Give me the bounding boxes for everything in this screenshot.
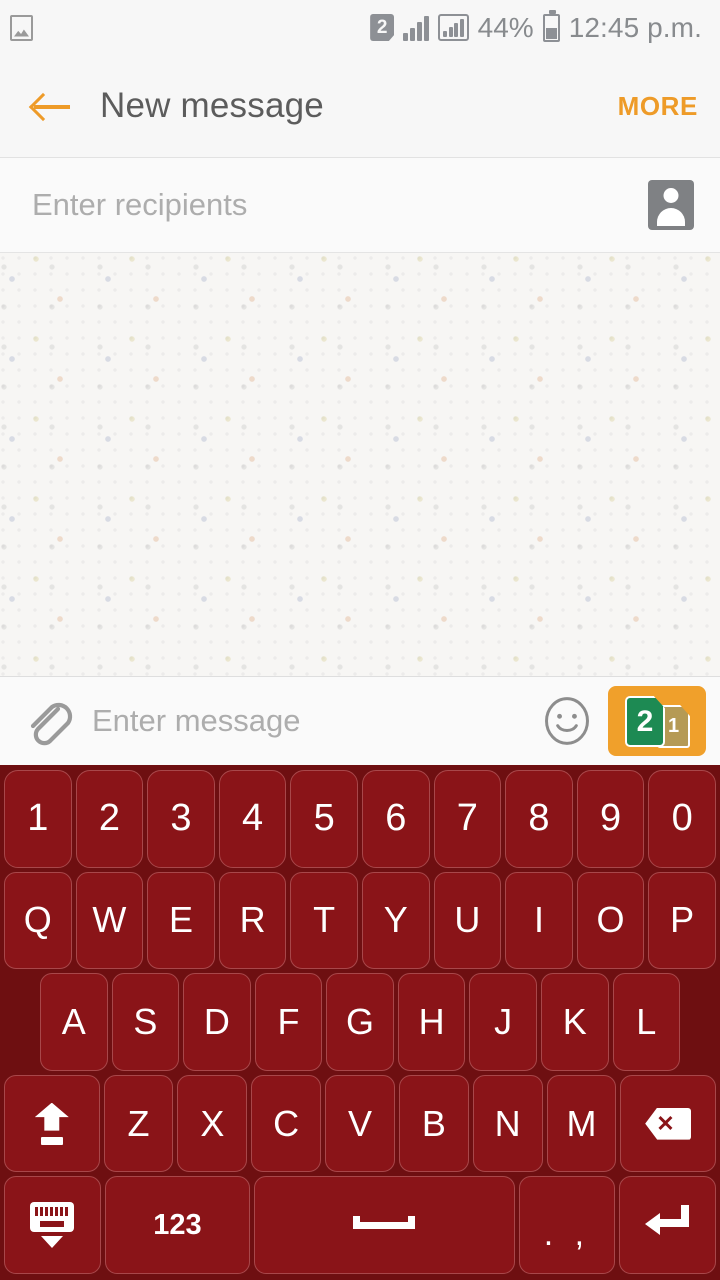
sim2-card-icon: 2 [625,696,665,747]
key-q[interactable]: Q [4,871,72,970]
key-enter[interactable] [619,1176,716,1274]
key-p[interactable]: P [648,871,716,970]
page-title: New message [100,86,324,125]
key-w[interactable]: W [75,871,144,970]
key-h[interactable]: H [397,973,466,1071]
status-bar-right: 2 44% 12:45 p.m. [370,9,702,44]
key-b[interactable]: B [398,1074,469,1173]
space-icon [353,1215,416,1229]
key-a[interactable]: A [40,973,108,1071]
keyboard-bottom-row: 123 . , [2,1174,718,1276]
signal-bars-boxed-icon [438,14,469,41]
key-x[interactable]: X [177,1074,248,1173]
signal-bars-icon [403,15,430,41]
back-button[interactable] [24,78,80,134]
key-period-comma[interactable]: . , [518,1176,616,1274]
on-screen-keyboard: 1 2 3 4 5 6 7 8 9 0 Q W E R T Y U I O P … [0,765,720,1280]
key-1[interactable]: 1 [4,770,72,868]
key-0[interactable]: 0 [648,770,716,868]
key-f[interactable]: F [254,973,323,1071]
status-bar-left [10,14,33,41]
key-i[interactable]: I [505,871,573,970]
keyboard-asdf-row: A S D F G H J K L [2,971,718,1073]
send-sim2-button[interactable]: 1 2 [608,686,706,756]
keyboard-zxcv-row: Z X C V B N M ✕ [2,1073,718,1175]
enter-icon [644,1205,691,1245]
message-input[interactable]: Enter message [92,703,538,739]
keyboard-hide-icon [28,1202,76,1249]
key-4[interactable]: 4 [218,770,287,868]
key-m[interactable]: M [546,1074,617,1173]
key-c[interactable]: C [251,1074,322,1173]
key-d[interactable]: D [183,973,251,1071]
key-v[interactable]: V [325,1074,395,1173]
key-numeric-mode[interactable]: 123 [104,1176,251,1274]
contact-picker-icon[interactable] [648,180,694,230]
key-2[interactable]: 2 [75,770,144,868]
key-8[interactable]: 8 [505,770,573,868]
backspace-icon: ✕ [645,1107,692,1140]
key-r[interactable]: R [218,871,287,970]
app-bar: New message MORE [0,55,720,158]
key-t[interactable]: T [290,871,358,970]
key-shift[interactable] [4,1074,100,1173]
key-e[interactable]: E [147,871,215,970]
period-comma-label: . , [543,1215,591,1254]
key-hide-keyboard[interactable] [4,1176,101,1274]
key-n[interactable]: N [472,1074,543,1173]
key-space[interactable] [254,1176,515,1274]
key-g[interactable]: G [326,973,394,1071]
more-button[interactable]: MORE [618,91,698,122]
key-o[interactable]: O [576,871,645,970]
message-thread-area [0,253,720,677]
key-backspace[interactable]: ✕ [620,1074,717,1173]
compose-bar: Enter message 1 2 [0,677,720,765]
key-6[interactable]: 6 [361,770,430,868]
image-saved-icon [10,14,33,41]
key-9[interactable]: 9 [576,770,645,868]
key-7[interactable]: 7 [433,770,502,868]
paperclip-icon[interactable] [20,693,76,749]
messaging-app-screen: 2 44% 12:45 p.m. New message MORE Enter … [0,0,720,1280]
clock-label: 12:45 p.m. [568,11,702,43]
recipients-row: Enter recipients [0,158,720,253]
key-y[interactable]: Y [361,871,430,970]
key-k[interactable]: K [540,973,609,1071]
back-arrow-icon [32,91,72,121]
key-3[interactable]: 3 [147,770,215,868]
battery-icon [542,9,560,42]
battery-percent-label: 44% [477,11,534,43]
key-5[interactable]: 5 [290,770,358,868]
key-u[interactable]: U [433,871,502,970]
keyboard-qwerty-row: Q W E R T Y U I O P [2,870,718,972]
shift-icon [32,1102,72,1145]
sim-badge-icon: 2 [370,14,395,41]
key-l[interactable]: L [612,973,681,1071]
recipients-input[interactable]: Enter recipients [32,187,648,223]
key-s[interactable]: S [111,973,180,1071]
key-j[interactable]: J [469,973,537,1071]
status-bar: 2 44% 12:45 p.m. [0,0,720,55]
smiley-icon[interactable] [538,692,596,750]
key-z[interactable]: Z [103,1074,174,1173]
keyboard-number-row: 1 2 3 4 5 6 7 8 9 0 [2,768,718,870]
